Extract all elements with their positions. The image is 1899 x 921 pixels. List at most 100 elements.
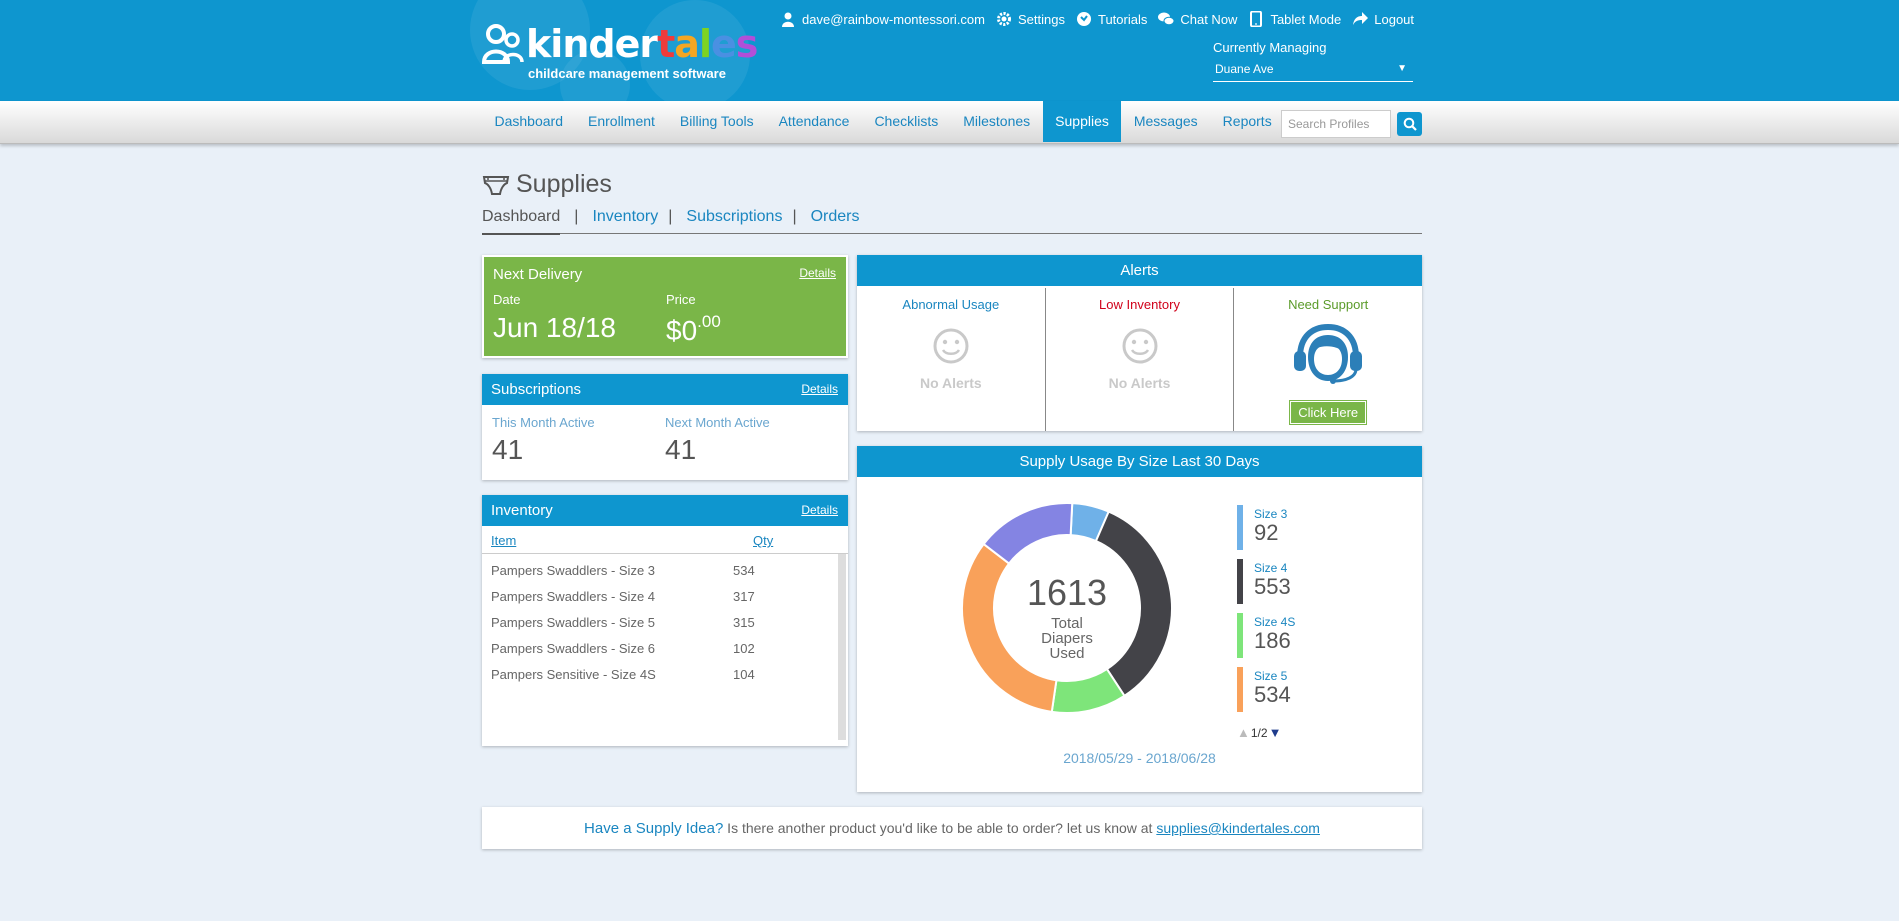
smiley-icon bbox=[933, 328, 969, 364]
logo-tagline: childcare management software bbox=[528, 66, 726, 81]
settings-label: Settings bbox=[1018, 11, 1065, 27]
inventory-sort-qty[interactable]: Qty bbox=[753, 533, 773, 548]
legend-value: 553 bbox=[1254, 574, 1291, 599]
legend-item[interactable]: Size 4 553 bbox=[1237, 559, 1295, 613]
legend-label: Size 4 bbox=[1254, 561, 1288, 575]
legend-item[interactable]: Size 4S 186 bbox=[1237, 613, 1295, 667]
nav-item-reports[interactable]: Reports bbox=[1210, 101, 1284, 142]
subscriptions-header: Subscriptions Details bbox=[482, 374, 848, 405]
legend-next-arrow-icon[interactable]: ▼ bbox=[1269, 725, 1282, 740]
legend-color-swatch bbox=[1237, 613, 1243, 658]
nav-item-billing-tools[interactable]: Billing Tools bbox=[667, 101, 766, 142]
user-icon bbox=[782, 12, 794, 27]
smiley-icon bbox=[1122, 328, 1157, 364]
support-click-here-button[interactable]: Click Here bbox=[1289, 400, 1368, 425]
inventory-row: Pampers Sensitive - Size 4S 104 bbox=[491, 667, 831, 693]
subscriptions-details-link[interactable]: Details bbox=[801, 374, 838, 405]
legend-value: 92 bbox=[1254, 520, 1279, 545]
low-inventory-status: No Alerts bbox=[1108, 375, 1171, 391]
logo-letter: t bbox=[657, 22, 675, 66]
delivery-price-value: $0.00 bbox=[666, 312, 721, 347]
next-delivery-details-link[interactable]: Details bbox=[799, 266, 836, 280]
subnav-separator: | bbox=[574, 208, 579, 225]
nav-item-attendance[interactable]: Attendance bbox=[766, 101, 862, 142]
subnav-inventory[interactable]: Inventory bbox=[592, 208, 668, 233]
subnav-dashboard[interactable]: Dashboard bbox=[482, 208, 561, 235]
need-support-panel: Need Support Click Here bbox=[1234, 288, 1422, 431]
logout-label: Logout bbox=[1374, 11, 1415, 27]
usage-donut-chart: 1613 Total Diapers Used bbox=[961, 502, 1173, 714]
need-support-title: Need Support bbox=[1288, 297, 1369, 312]
nav-item-supplies[interactable]: Supplies bbox=[1042, 101, 1122, 142]
main-nav-items: Dashboard Enrollment Billing Tools Attendan… bbox=[482, 101, 1284, 142]
support-headset-icon bbox=[1294, 323, 1363, 384]
supply-usage-header: Supply Usage By Size Last 30 Days bbox=[857, 446, 1422, 477]
inventory-item-qty: 315 bbox=[733, 615, 755, 630]
currently-managing-label: Currently Managing bbox=[1213, 40, 1327, 55]
donut-total: 1613 bbox=[1026, 572, 1108, 613]
alerts-card: Alerts Abnormal Usage No Alerts Low Inve… bbox=[857, 255, 1422, 431]
inventory-item-qty: 317 bbox=[733, 589, 755, 604]
alerts-header: Alerts bbox=[857, 255, 1422, 286]
tutorials-link[interactable]: Tutorials bbox=[1076, 11, 1147, 27]
supply-idea-banner: Have a Supply Idea? Is there another pro… bbox=[482, 807, 1422, 849]
subnav-subscriptions[interactable]: Subscriptions bbox=[686, 208, 792, 233]
nav-item-enrollment[interactable]: Enrollment bbox=[576, 101, 668, 142]
inventory-item-name: Pampers Sensitive - Size 4S bbox=[491, 667, 656, 682]
donut-caption: Total Diapers Used bbox=[1041, 615, 1093, 662]
logo-letter: i bbox=[550, 22, 563, 66]
search-button[interactable] bbox=[1397, 112, 1422, 136]
legend-prev-arrow-icon[interactable]: ▲ bbox=[1237, 725, 1250, 740]
abnormal-usage-alert: Abnormal Usage No Alerts bbox=[857, 288, 1046, 431]
page-title-text: Supplies bbox=[516, 170, 612, 198]
logo-family-icon bbox=[482, 24, 524, 64]
dropdown-caret-icon: ▼ bbox=[1397, 63, 1407, 74]
inventory-item-qty: 102 bbox=[733, 641, 755, 656]
tablet-icon bbox=[1250, 11, 1263, 27]
inventory-card: Inventory Details Item Qty Pampers Swadd… bbox=[482, 495, 848, 746]
next-delivery-card: Next Delivery Details Date Jun 18/18 Pri… bbox=[482, 255, 848, 358]
nav-item-dashboard[interactable]: Dashboard bbox=[482, 101, 576, 142]
chat-now-link[interactable]: Chat Now bbox=[1158, 11, 1237, 27]
settings-link[interactable]: Settings bbox=[996, 11, 1065, 27]
inventory-scrollbar[interactable] bbox=[838, 554, 846, 740]
legend-pager: ▲ 1/2 ▼ bbox=[1237, 725, 1281, 740]
legend-item[interactable]: Size 3 92 bbox=[1237, 505, 1295, 559]
next-month-active-value: 41 bbox=[665, 434, 697, 465]
legend-page-indicator: 1/2 bbox=[1250, 725, 1268, 740]
low-inventory-title: Low Inventory bbox=[1099, 297, 1180, 312]
inventory-sort-item[interactable]: Item bbox=[491, 533, 516, 548]
delivery-date-label: Date bbox=[493, 292, 521, 307]
nav-item-milestones[interactable]: Milestones bbox=[951, 101, 1043, 142]
logout-link[interactable]: Logout bbox=[1352, 11, 1414, 27]
legend-value: 534 bbox=[1254, 682, 1291, 707]
legend-label: Size 4S bbox=[1254, 615, 1296, 629]
inventory-row: Pampers Swaddlers - Size 3 534 bbox=[491, 563, 831, 589]
inventory-details-link[interactable]: Details bbox=[801, 495, 838, 526]
subnav-orders[interactable]: Orders bbox=[811, 208, 870, 233]
logo-letter: d bbox=[588, 22, 615, 66]
user-account-link[interactable]: dave@rainbow-montessori.com bbox=[780, 11, 985, 27]
inventory-rows: Pampers Swaddlers - Size 3 534 Pampers Swa… bbox=[491, 563, 831, 693]
next-month-active-label: Next Month Active bbox=[665, 415, 770, 430]
legend-value: 186 bbox=[1254, 628, 1291, 653]
abnormal-usage-title: Abnormal Usage bbox=[902, 297, 1000, 312]
legend-label: Size 5 bbox=[1254, 669, 1288, 683]
legend-item[interactable]: Size 5 534 bbox=[1237, 667, 1295, 721]
logo-letter: e bbox=[614, 22, 641, 66]
subscriptions-card: Subscriptions Details This Month Active … bbox=[482, 374, 848, 480]
next-delivery-title: Next Delivery bbox=[493, 266, 583, 283]
location-select[interactable]: Duane Ave ▼ bbox=[1213, 60, 1413, 82]
tablet-mode-link[interactable]: Tablet Mode bbox=[1248, 11, 1341, 27]
nav-item-messages[interactable]: Messages bbox=[1121, 101, 1210, 142]
nav-item-checklists[interactable]: Checklists bbox=[862, 101, 951, 142]
supply-email-link[interactable]: supplies@kindertales.com bbox=[1156, 820, 1320, 836]
low-inventory-alert: Low Inventory No Alerts bbox=[1046, 288, 1235, 431]
search-profiles-input[interactable]: Search Profiles bbox=[1281, 110, 1391, 138]
gear-icon bbox=[997, 12, 1011, 26]
logo-letter: k bbox=[526, 22, 551, 66]
user-email: dave@rainbow-montessori.com bbox=[802, 11, 985, 27]
inventory-item-name: Pampers Swaddlers - Size 4 bbox=[491, 589, 656, 604]
kindertales-logo[interactable]: kindertales childcare management softwar… bbox=[482, 22, 758, 81]
legend-color-swatch bbox=[1237, 505, 1243, 550]
